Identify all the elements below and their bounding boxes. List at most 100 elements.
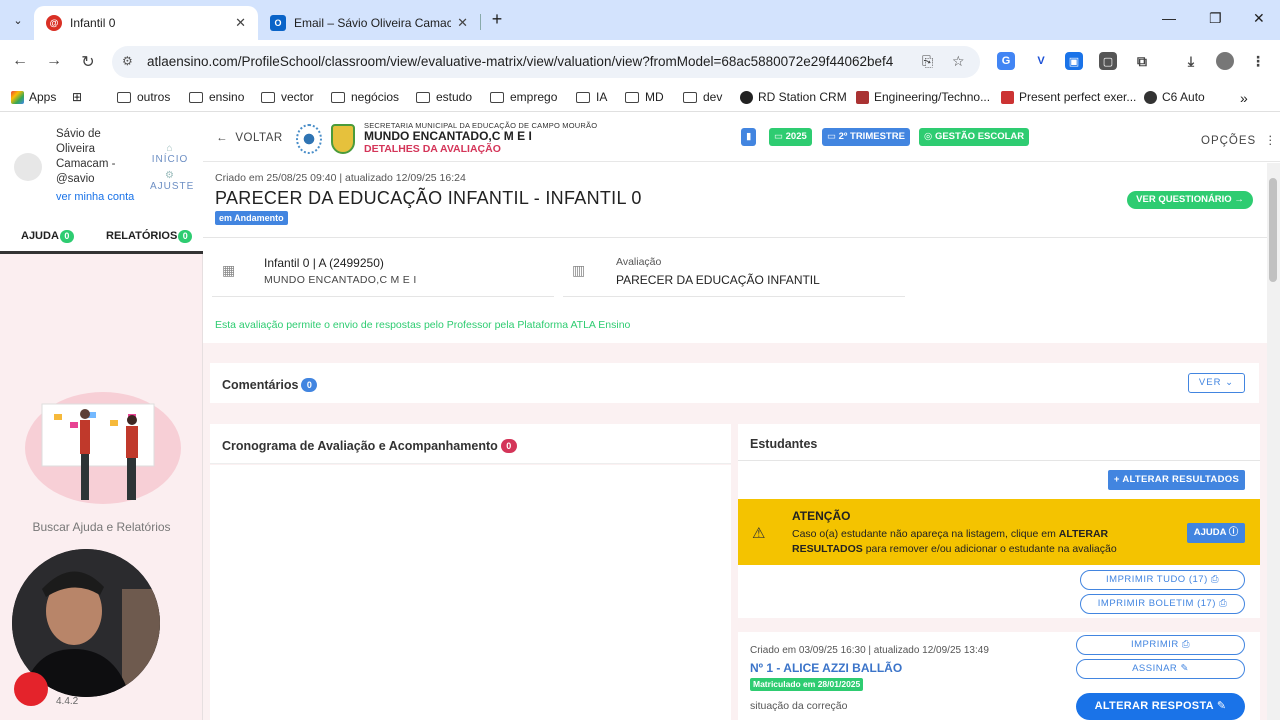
star-icon[interactable]: ☆ bbox=[952, 53, 965, 70]
site-info-icon[interactable]: ⚙ bbox=[122, 54, 133, 68]
new-tab-button[interactable]: + bbox=[486, 8, 508, 30]
settings-link[interactable]: ⚙ AJUSTE bbox=[150, 170, 193, 193]
tab-infantil[interactable]: @ Infantil 0 ✕ bbox=[34, 6, 258, 40]
print-all-button[interactable]: IMPRIMIR TUDO (17) ⎙ bbox=[1080, 570, 1245, 590]
scrollbar-thumb[interactable] bbox=[1269, 178, 1277, 282]
bookmark-apps[interactable]: Apps bbox=[11, 90, 56, 104]
gestao-pill[interactable]: ◎ GESTÃO ESCOLAR bbox=[919, 128, 1030, 146]
install-app-icon[interactable]: ⎘ bbox=[922, 53, 933, 70]
bookmark-vector[interactable]: vector bbox=[261, 90, 314, 104]
class-school: MUNDO ENCANTADO,C M E I bbox=[264, 274, 417, 286]
person-right bbox=[126, 426, 138, 458]
change-answer-button[interactable]: ALTERAR RESPOSTA ✎ bbox=[1076, 693, 1245, 720]
gear-icon: ⚙ bbox=[165, 170, 175, 181]
sign-button[interactable]: ASSINAR ✎ bbox=[1076, 659, 1245, 679]
trimestre-pill[interactable]: ▭ 2º TRIMESTRE bbox=[822, 128, 910, 146]
tab-grid-icon[interactable]: ⊞ bbox=[72, 90, 82, 104]
tab-email[interactable]: O Email – Sávio Oliveira Camacam ✕ bbox=[258, 6, 480, 40]
sign-label: ASSINAR bbox=[1132, 663, 1178, 674]
person-right-head bbox=[127, 415, 137, 425]
folder-icon bbox=[576, 91, 590, 103]
view-questionnaire-button[interactable]: VER QUESTIONÁRIO → bbox=[1127, 191, 1253, 209]
apps-grid-icon bbox=[11, 90, 24, 104]
tab-ajuda[interactable]: AJUDA 0 bbox=[21, 230, 74, 243]
count-badge: 0 bbox=[301, 378, 318, 392]
municipal-logo bbox=[296, 124, 322, 154]
close-icon[interactable]: ✕ bbox=[235, 15, 246, 31]
bookmark-ia[interactable]: IA bbox=[576, 90, 607, 104]
close-icon[interactable]: ✕ bbox=[457, 15, 468, 31]
avatar[interactable] bbox=[14, 153, 42, 181]
bookmark-md[interactable]: MD bbox=[625, 90, 664, 104]
alert-text-part: Caso o(a) estudante não apareça na lista… bbox=[792, 528, 1059, 540]
menu-dots-icon[interactable]: ⋮ bbox=[1249, 52, 1267, 70]
close-window-icon[interactable]: ✕ bbox=[1253, 10, 1265, 27]
bookmark-negocios[interactable]: negócios bbox=[331, 90, 399, 104]
download-icon[interactable]: ⤓ bbox=[1182, 52, 1200, 70]
chart-pill[interactable]: ▮ bbox=[741, 128, 757, 146]
back-button[interactable]: ← VOLTAR bbox=[216, 132, 283, 144]
home-icon: ⌂ bbox=[166, 143, 174, 154]
version-text: 4.4.2 bbox=[56, 696, 79, 707]
folder-icon bbox=[189, 91, 203, 103]
tab-search-button[interactable]: ⌄ bbox=[6, 8, 30, 32]
bookmark-rd-station[interactable]: RD Station CRM bbox=[740, 90, 847, 104]
comments-card bbox=[210, 363, 1259, 403]
bookmark-c6-auto[interactable]: C6 Auto bbox=[1144, 90, 1205, 104]
students-title: Estudantes bbox=[750, 437, 818, 451]
print-report-label: IMPRIMIR BOLETIM (17) bbox=[1097, 598, 1216, 609]
year-pill[interactable]: ▭ 2025 bbox=[769, 128, 812, 146]
student-created: Criado em 03/09/25 16:30 | atualizado 12… bbox=[750, 645, 989, 656]
profile-avatar[interactable] bbox=[1216, 52, 1234, 70]
schedule-label: Cronograma de Avaliação e Acompanhamento bbox=[222, 439, 498, 453]
rd-station-icon bbox=[740, 90, 753, 104]
home-link[interactable]: ⌂ INÍCIO bbox=[150, 143, 190, 166]
record-button[interactable] bbox=[14, 672, 48, 706]
bookmark-emprego[interactable]: emprego bbox=[490, 90, 557, 104]
puzzle-icon[interactable]: ⧉ bbox=[1133, 52, 1151, 70]
url-text[interactable]: atlaensino.com/ProfileSchool/classroom/v… bbox=[147, 54, 893, 69]
options-menu[interactable]: OPÇÕES ⋮ bbox=[1201, 133, 1277, 147]
my-account-link[interactable]: ver minha conta bbox=[56, 191, 134, 203]
change-results-button[interactable]: + ALTERAR RESULTADOS bbox=[1108, 470, 1245, 490]
status-badge: em Andamento bbox=[215, 211, 288, 225]
bookmark-estudo[interactable]: estudo bbox=[416, 90, 472, 104]
tab-title: Infantil 0 bbox=[70, 16, 116, 30]
folder-icon bbox=[261, 91, 275, 103]
translate-icon[interactable]: G bbox=[997, 52, 1015, 70]
school-name: MUNDO ENCANTADO,C M E I bbox=[364, 129, 532, 143]
atla-icon: @ bbox=[46, 15, 62, 31]
help-button[interactable]: AJUDA ⓘ bbox=[1187, 523, 1245, 543]
outlook-icon: O bbox=[270, 15, 286, 31]
bookmark-label: Engineering/Techno... bbox=[874, 90, 991, 104]
created-info: Criado em 25/08/25 09:40 | atualizado 12… bbox=[215, 172, 466, 184]
extension-v-icon[interactable]: V bbox=[1032, 52, 1050, 70]
class-info[interactable]: Infantil 0 | A (2499250) bbox=[264, 256, 384, 270]
view-comments-button[interactable]: VER ⌄ bbox=[1188, 373, 1245, 393]
extension-badge-icon[interactable]: ▣ bbox=[1065, 52, 1083, 70]
sticky-note bbox=[54, 414, 62, 420]
minimize-icon[interactable]: — bbox=[1162, 10, 1176, 26]
print-report-button[interactable]: IMPRIMIR BOLETIM (17) ⎙ bbox=[1080, 594, 1245, 614]
bookmark-label: Present perfect exer... bbox=[1019, 90, 1137, 104]
extension-box-icon[interactable]: ▢ bbox=[1099, 52, 1117, 70]
bookmark-engineering[interactable]: Engineering/Techno... bbox=[856, 90, 990, 104]
student-name[interactable]: Nº 1 - ALICE AZZI BALLÃO bbox=[750, 661, 902, 675]
evaluation-label: Avaliação bbox=[616, 256, 662, 268]
print-button[interactable]: IMPRIMIR ⎙ bbox=[1076, 635, 1245, 655]
count-badge: 0 bbox=[500, 439, 517, 453]
bookmark-outros[interactable]: outros bbox=[117, 90, 170, 104]
bookmark-ensino[interactable]: ensino bbox=[189, 90, 244, 104]
reload-icon[interactable]: ↻ bbox=[78, 52, 98, 72]
bookmarks-overflow-icon[interactable]: » bbox=[1240, 90, 1248, 106]
forward-arrow-icon[interactable]: → bbox=[44, 52, 64, 70]
edit-icon: ✎ bbox=[1216, 700, 1227, 712]
back-arrow-icon[interactable]: ← bbox=[10, 52, 30, 70]
bookmark-label: ensino bbox=[209, 90, 245, 104]
bookmark-dev[interactable]: dev bbox=[683, 90, 722, 104]
divider bbox=[563, 296, 905, 297]
tab-relatorios[interactable]: RELATÓRIOS 0 bbox=[106, 230, 193, 243]
settings-label: AJUSTE bbox=[150, 181, 195, 192]
maximize-icon[interactable]: ❐ bbox=[1209, 10, 1222, 27]
bookmark-present-perfect[interactable]: Present perfect exer... bbox=[1001, 90, 1136, 104]
